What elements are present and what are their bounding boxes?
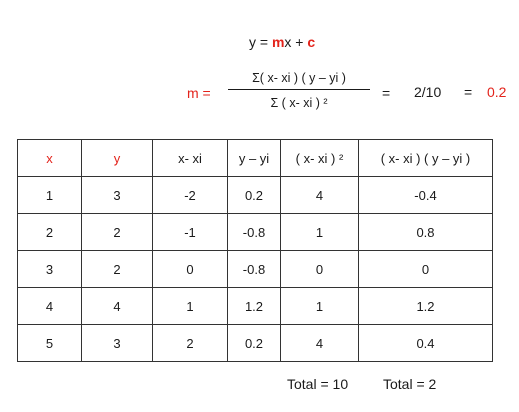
header-product: ( x- xi ) ( y – yi ) (358, 139, 493, 177)
header-x-minus-xi: x- xi (152, 139, 228, 177)
table-cell: 2 (81, 213, 153, 251)
slope-label: m = (187, 85, 211, 101)
slope-ratio: 2/10 (414, 84, 442, 100)
table-cell: 1.2 (358, 287, 493, 325)
calculation-table: x y x- xi y – yi ( x- xi ) ² ( x- xi ) (… (17, 139, 493, 362)
table-cell: 3 (17, 250, 82, 288)
table-cell: 0.4 (358, 324, 493, 362)
equation-equals: = (259, 34, 269, 50)
table-cell: 5 (17, 324, 82, 362)
table-cell: 2 (81, 250, 153, 288)
table-cell: 0 (280, 250, 359, 288)
table-cell: 1 (280, 287, 359, 325)
table-cell: 1 (152, 287, 228, 325)
table-row: 1 3 -2 0.2 4 -0.4 (17, 176, 493, 214)
equation-y: y (249, 34, 256, 50)
table-cell: -1 (152, 213, 228, 251)
table-cell: 4 (17, 287, 82, 325)
slope-equals-sign: = (382, 85, 391, 101)
table-cell: -0.4 (358, 176, 493, 214)
slope-result: 0.2 (487, 84, 507, 100)
table-cell: 0 (152, 250, 228, 288)
table-cell: 3 (81, 176, 153, 214)
table-cell: 2 (152, 324, 228, 362)
equation-m: m (271, 34, 285, 50)
fraction-bar (228, 89, 370, 90)
table-row: 5 3 2 0.2 4 0.4 (17, 324, 493, 362)
table-cell: 1.2 (227, 287, 281, 325)
table-cell: 4 (280, 324, 359, 362)
header-y-minus-yi: y – yi (227, 139, 281, 177)
table-cell: -2 (152, 176, 228, 214)
slope-equals-sign-2: = (464, 84, 473, 100)
table-cell: 0.2 (227, 324, 281, 362)
header-y: y (81, 139, 153, 177)
table-row: 2 2 -1 -0.8 1 0.8 (17, 213, 493, 251)
table-row: 3 2 0 -0.8 0 0 (17, 250, 493, 288)
table-cell: 0 (358, 250, 493, 288)
table-cell: 0.8 (358, 213, 493, 251)
table-cell: 4 (280, 176, 359, 214)
table-cell: -0.8 (227, 213, 281, 251)
table-cell: 0.2 (227, 176, 281, 214)
slope-denominator: Σ ( x- xi ) ² (270, 96, 328, 110)
table-cell: 1 (17, 176, 82, 214)
table-row: 4 4 1 1.2 1 1.2 (17, 287, 493, 325)
equation-c: c (307, 34, 316, 50)
line-equation: y = mx + c (249, 34, 315, 50)
header-x-diff-squared: ( x- xi ) ² (280, 139, 359, 177)
table-header-row: x y x- xi y – yi ( x- xi ) ² ( x- xi ) (… (17, 139, 493, 177)
equation-x-plus: x + (284, 34, 304, 50)
slope-numerator: Σ( x- xi ) ( y – yi ) (252, 71, 346, 85)
table-cell: 4 (81, 287, 153, 325)
total-product: Total = 2 (383, 376, 437, 392)
header-x: x (17, 139, 82, 177)
table-cell: -0.8 (227, 250, 281, 288)
slope-fraction: Σ( x- xi ) ( y – yi ) Σ ( x- xi ) ² (228, 70, 370, 111)
table-cell: 2 (17, 213, 82, 251)
table-cell: 1 (280, 213, 359, 251)
total-squared-diff: Total = 10 (287, 376, 349, 392)
table-cell: 3 (81, 324, 153, 362)
